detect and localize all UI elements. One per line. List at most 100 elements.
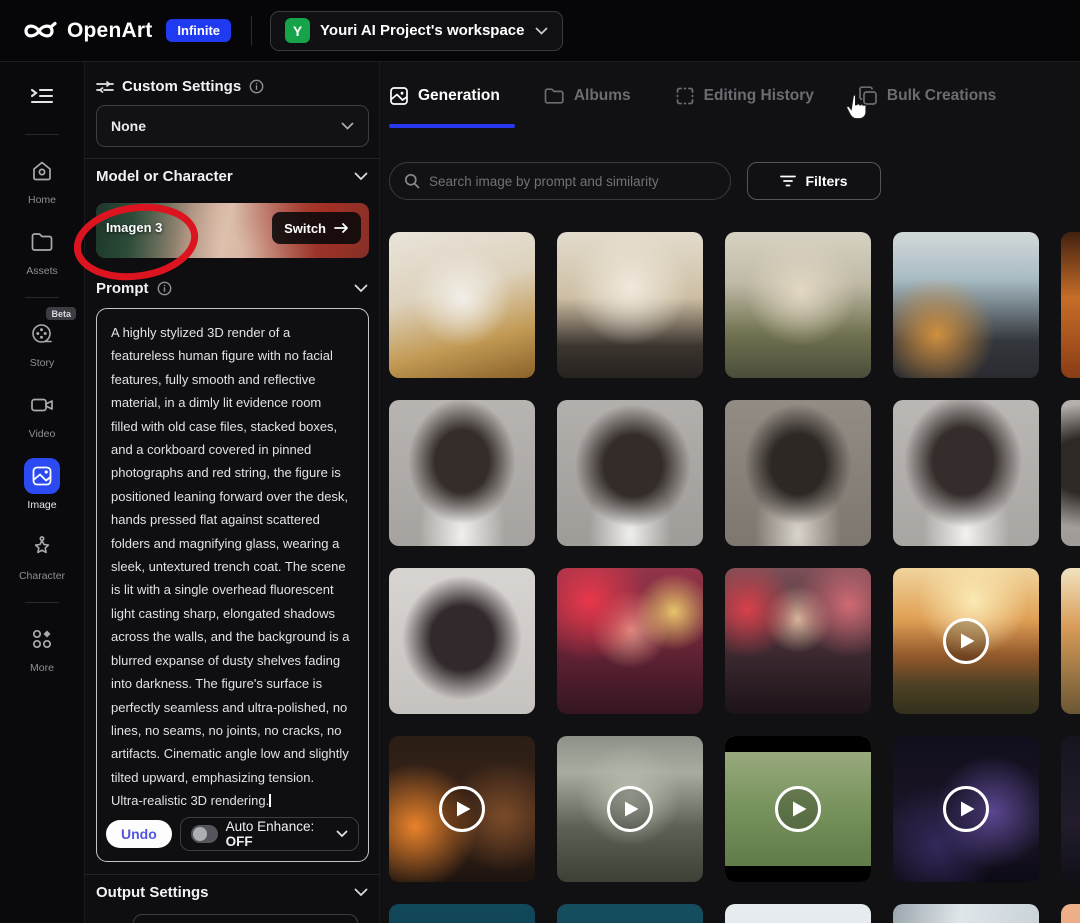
custom-settings-header: Custom Settings xyxy=(96,78,368,95)
sidebar-item-image[interactable]: Image xyxy=(6,458,78,511)
tab-albums[interactable]: Albums xyxy=(544,87,631,105)
auto-enhance-toggle[interactable] xyxy=(191,825,218,843)
tab-label: Albums xyxy=(574,87,631,105)
collapse-icon xyxy=(24,78,60,114)
generation-thumbnail-bakery-woman-olive-cardigan[interactable] xyxy=(725,232,871,378)
generation-thumbnail-neon-street-blonde-leather-jacket[interactable] xyxy=(725,568,871,714)
sidebar-item-assets[interactable]: Assets xyxy=(6,224,78,277)
sidebar-item-character[interactable]: Character xyxy=(6,529,78,582)
generation-grid xyxy=(389,232,1080,923)
model-switch-button[interactable]: Switch xyxy=(272,212,361,244)
generation-thumbnail-snowy-white-landscape-partial[interactable] xyxy=(725,904,871,923)
sidebar-item-home[interactable]: Home xyxy=(6,153,78,206)
generation-thumbnail-sunset-cliff-woman-pink-dress-video[interactable] xyxy=(893,568,1039,714)
chevron-down-icon[interactable] xyxy=(354,284,368,293)
generation-thumbnail-neon-street-blonde-pink-light[interactable] xyxy=(557,568,703,714)
generation-thumbnail-portrait-dark-hair-looking-up[interactable] xyxy=(557,400,703,546)
play-button-icon[interactable] xyxy=(943,786,989,832)
sidebar-item-story[interactable]: BetaStory xyxy=(6,316,78,369)
model-section-header[interactable]: Model or Character xyxy=(96,168,368,185)
model-section-title: Model or Character xyxy=(96,168,233,185)
search-icon xyxy=(404,173,420,189)
filter-icon xyxy=(780,175,796,187)
generation-thumbnail-snowy-mountain-partial[interactable] xyxy=(893,904,1039,923)
openart-logo[interactable]: OpenArt xyxy=(22,19,152,43)
generation-thumbnail-sunset-landscape-partial[interactable] xyxy=(1061,568,1080,714)
workspace-name: Youri AI Project's workspace xyxy=(320,22,524,39)
generation-thumbnail-dark-octopus-tentacles-purple-video[interactable] xyxy=(893,736,1039,882)
chevron-down-icon xyxy=(341,122,354,130)
sidebar-divider xyxy=(25,602,59,603)
character-icon xyxy=(24,529,60,565)
play-button-icon[interactable] xyxy=(439,786,485,832)
sidebar-divider xyxy=(25,134,59,135)
sidebar-item-label: More xyxy=(30,662,54,674)
filters-button[interactable]: Filters xyxy=(747,162,881,200)
sidebar-item-label: Video xyxy=(29,428,56,440)
brand-name: OpenArt xyxy=(67,19,152,43)
undo-button[interactable]: Undo xyxy=(106,820,172,848)
video-icon xyxy=(24,387,60,423)
play-button-icon[interactable] xyxy=(775,786,821,832)
generation-thumbnail-portrait-dark-hair-side-glance[interactable] xyxy=(893,400,1039,546)
model-name: Imagen 3 xyxy=(106,220,162,235)
albums-icon xyxy=(544,87,565,105)
auto-enhance-control[interactable]: Auto Enhance: OFF xyxy=(180,817,359,851)
generation-thumbnail-bakery-woman-white-tshirt-croissant[interactable] xyxy=(389,232,535,378)
tab-label: Bulk Creations xyxy=(887,87,996,105)
chevron-down-icon[interactable] xyxy=(354,172,368,181)
generation-thumbnail-peach-scene-partial[interactable] xyxy=(1061,904,1080,923)
arrow-right-icon xyxy=(334,222,349,234)
sidebar-divider xyxy=(25,297,59,298)
search-bar[interactable] xyxy=(389,162,731,200)
assets-icon xyxy=(24,224,60,260)
tab-editing-history[interactable]: Editing History xyxy=(675,86,814,106)
sidebar-item-more[interactable]: More xyxy=(6,621,78,674)
chevron-down-icon[interactable] xyxy=(336,830,348,838)
generation-thumbnail-knight-horseback-path-video-letterboxed[interactable] xyxy=(725,736,871,882)
tab-generation[interactable]: Generation xyxy=(389,86,500,106)
sidebar-collapse[interactable] xyxy=(6,78,78,114)
generation-thumbnail-fire-warrior-burning-village-video[interactable] xyxy=(389,736,535,882)
chevron-down-icon[interactable] xyxy=(354,888,368,897)
custom-settings-title: Custom Settings xyxy=(122,78,241,95)
generation-thumbnail-portrait-white-shirt-partial[interactable] xyxy=(1061,400,1080,546)
generation-thumbnail-closeup-portrait-wavy-dark-hair[interactable] xyxy=(389,568,535,714)
sidebar-item-label: Image xyxy=(27,499,56,511)
model-card[interactable]: Imagen 3 Switch xyxy=(96,203,369,258)
bulk-icon xyxy=(858,86,878,106)
prompt-section-header[interactable]: Prompt xyxy=(96,280,368,297)
play-button-icon[interactable] xyxy=(943,618,989,664)
chevron-down-icon xyxy=(535,27,548,35)
switch-label: Switch xyxy=(284,221,326,236)
tab-label: Editing History xyxy=(704,87,814,105)
sidebar-item-label: Home xyxy=(28,194,56,206)
generation-thumbnail-bakery-woman-black-apron-smiling[interactable] xyxy=(557,232,703,378)
generation-thumbnail-portrait-dark-hair-white-shirt-1[interactable] xyxy=(389,400,535,546)
tab-bulk-creations[interactable]: Bulk Creations xyxy=(858,86,996,106)
top-bar: OpenArt Infinite Y Youri AI Project's wo… xyxy=(0,0,1080,62)
generation-thumbnail-warm-orange-scene-partial[interactable] xyxy=(1061,232,1080,378)
generation-thumbnail-knight-armor-field-video[interactable] xyxy=(557,736,703,882)
generation-thumbnail-dark-scene-partial[interactable] xyxy=(1061,736,1080,882)
generation-icon xyxy=(389,86,409,106)
generation-thumbnail-bakery-woman-blue-shirt-overalls[interactable] xyxy=(893,232,1039,378)
aspect-ratio-selector[interactable]: 16:9 xyxy=(133,914,358,923)
custom-settings-dropdown[interactable]: None xyxy=(96,105,369,147)
prompt-textarea[interactable]: A highly stylized 3D render of a feature… xyxy=(96,308,369,862)
openart-app: OpenArt Infinite Y Youri AI Project's wo… xyxy=(0,0,1080,923)
generation-thumbnail-aurora-teal-sky-partial-2[interactable] xyxy=(557,904,703,923)
workspace-selector[interactable]: Y Youri AI Project's workspace xyxy=(270,11,562,51)
sidebar-item-label: Story xyxy=(30,357,55,369)
output-settings-header[interactable]: Output Settings xyxy=(96,884,368,901)
filters-label: Filters xyxy=(805,173,847,189)
search-input[interactable] xyxy=(429,174,716,189)
gallery-controls: Filters xyxy=(389,162,881,200)
play-button-icon[interactable] xyxy=(607,786,653,832)
prompt-text[interactable]: A highly stylized 3D render of a feature… xyxy=(111,321,358,813)
generation-thumbnail-portrait-dark-hair-beige-wall[interactable] xyxy=(725,400,871,546)
generation-thumbnail-aurora-teal-sky-partial[interactable] xyxy=(389,904,535,923)
sidebar-item-video[interactable]: Video xyxy=(6,387,78,440)
story-icon xyxy=(24,316,60,352)
topbar-divider xyxy=(251,16,252,46)
